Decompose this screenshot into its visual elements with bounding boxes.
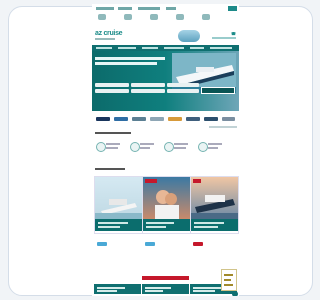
phone-icon[interactable]: ☎ (231, 31, 236, 36)
more-offers-row (92, 240, 239, 296)
cruise-lines-logos (92, 114, 239, 124)
offer-card[interactable] (94, 240, 141, 296)
see-all-lines-link[interactable] (209, 126, 237, 128)
globe-icon (164, 142, 174, 152)
nav-item[interactable] (190, 47, 204, 49)
offer-card[interactable] (142, 240, 189, 296)
hero-banner (92, 51, 239, 111)
phone-number[interactable] (212, 37, 236, 39)
top-utility-bar (92, 6, 239, 11)
site-logo[interactable]: az cruise (95, 30, 123, 37)
company-select[interactable] (167, 89, 199, 93)
gift-icon (130, 142, 140, 152)
ship-icon (198, 142, 208, 152)
offer-card[interactable] (190, 176, 239, 234)
shield-icon (96, 142, 106, 152)
nav-item[interactable] (210, 47, 232, 49)
nav-item[interactable] (164, 47, 184, 49)
logo-tagline (95, 38, 115, 40)
offer-card[interactable] (94, 176, 143, 234)
trust-badge[interactable] (221, 269, 237, 291)
service-icons-row (98, 14, 218, 24)
destination-select[interactable] (95, 83, 129, 87)
search-form (95, 83, 235, 107)
why-section-heading (95, 132, 131, 134)
ship-select[interactable] (167, 83, 199, 87)
ship-icon (178, 30, 200, 42)
nav-item[interactable] (96, 47, 112, 49)
offer-card[interactable] (142, 176, 191, 234)
top-cta-button[interactable] (228, 6, 237, 11)
nav-item[interactable] (118, 47, 136, 49)
website-screenshot: az cruise ☎ (92, 4, 239, 296)
search-button[interactable] (201, 87, 235, 94)
port-select[interactable] (95, 89, 129, 93)
hero-heading (95, 57, 170, 65)
offers-section-heading (95, 168, 125, 170)
date-select[interactable] (131, 83, 165, 87)
duration-select[interactable] (131, 89, 165, 93)
benefits-row (92, 140, 239, 160)
nav-item[interactable] (142, 47, 158, 49)
chevron-up-icon[interactable] (232, 291, 238, 296)
